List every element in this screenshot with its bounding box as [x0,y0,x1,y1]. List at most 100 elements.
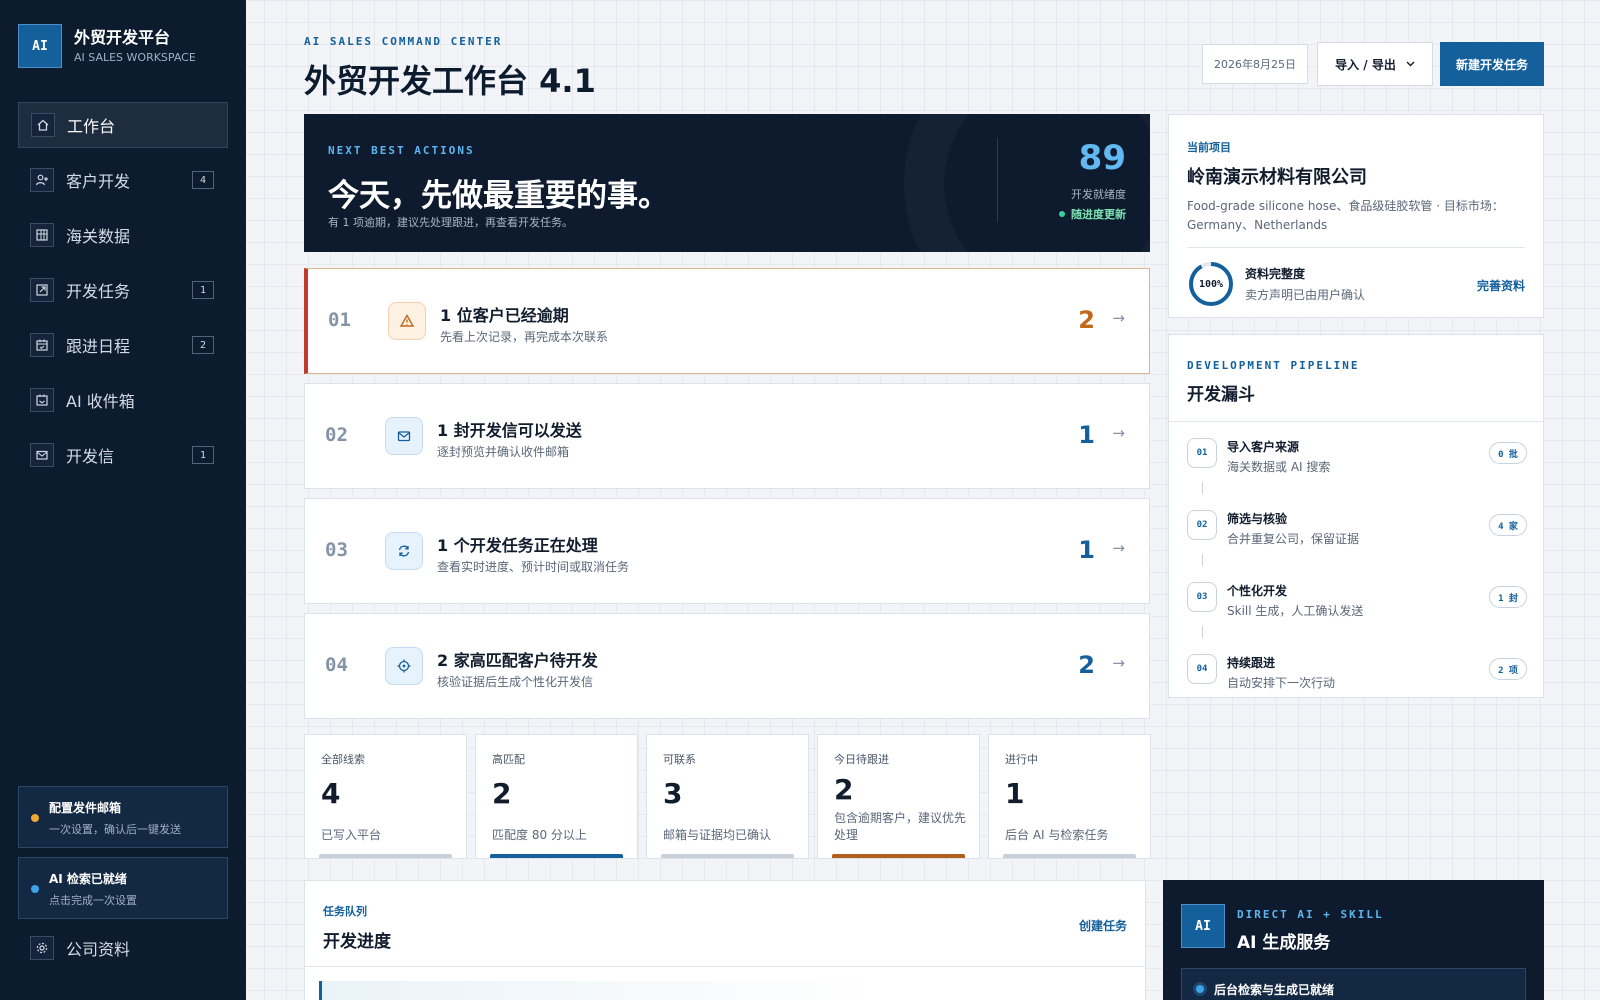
pipeline-step[interactable]: 02 筛选与核验 合并重复公司，保留证据 4 家 [1187,508,1527,580]
stat-card-in-progress[interactable]: 进行中 1 后台 AI 与检索任务 [988,734,1151,859]
ai-title: AI 生成服务 [1237,933,1331,953]
completeness-value: 100% [1198,278,1224,290]
step-title: 导入客户来源 [1227,440,1300,454]
gear-icon [30,936,54,960]
action-count: 1 [1078,536,1095,564]
ai-status-card[interactable]: 后台检索与生成已就绪 [1181,968,1526,1000]
task-queue-panel: 任务队列 开发进度 创建任务 [304,880,1146,1000]
ai-ready-card[interactable]: AI 检索已就绪 点击完成一次设置 [18,857,228,919]
stat-label: 今日待跟进 [834,753,889,766]
step-number: 03 [1187,582,1217,612]
create-task-link[interactable]: 创建任务 [1079,917,1127,934]
step-count-badge: 1 封 [1489,586,1527,608]
queue-title: 开发进度 [323,932,391,952]
action-subtitle: 逐封预览并确认收件邮箱 [437,445,570,459]
action-title: 1 位客户已经逾期 [440,306,569,325]
stat-value: 1 [1005,777,1025,810]
step-number: 04 [1187,654,1217,684]
step-title: 持续跟进 [1227,656,1276,670]
stat-label: 全部线索 [321,753,365,766]
refresh-icon [385,532,423,570]
decorative-arc [904,114,1150,252]
count-badge: 1 [192,446,214,464]
completeness-title: 资料完整度 [1245,267,1306,281]
stat-desc: 已写入平台 [321,828,382,842]
step-count-badge: 4 家 [1489,514,1527,536]
sidebar-item-schedule[interactable]: 跟进日程 2 [18,322,228,368]
grid-table-icon [30,223,54,247]
step-connector [1202,626,1203,638]
action-row-task-processing[interactable]: 03 1 个开发任务正在处理 查看实时进度、预计时间或取消任务 1 → [304,498,1150,604]
action-row-high-match[interactable]: 04 2 家高匹配客户待开发 核验证据后生成个性化开发信 2 → [304,613,1150,719]
action-row-overdue[interactable]: 01 1 位客户已经逾期 先看上次记录，再完成本次联系 2 → [304,268,1150,374]
warning-icon [388,302,426,340]
ai-eyebrow: DIRECT AI + SKILL [1237,908,1384,921]
setup-mail-card[interactable]: 配置发件邮箱 一次设置，确认后一键发送 [18,786,228,848]
ai-ready-title: AI 检索已就绪 [49,872,127,886]
sidebar-item-customers[interactable]: 客户开发 4 [18,157,228,203]
pipeline-title: 开发漏斗 [1187,385,1255,405]
sidebar-item-label: AI 收件箱 [66,392,135,411]
arrow-right-icon: → [1112,539,1125,557]
sidebar: AI 外贸开发平台 AI SALES WORKSPACE 工作台 客户开发 4 … [0,0,246,1000]
divider [1187,247,1525,248]
import-export-label: 导入 / 导出 [1335,57,1396,72]
sidebar-item-customs[interactable]: 海关数据 [18,212,228,258]
step-title: 筛选与核验 [1227,512,1288,526]
sidebar-item-label: 开发任务 [66,282,131,301]
stat-desc: 包含逾期客户，建议优先处理 [834,811,967,842]
sidebar-item-ai-inbox[interactable]: AI 收件箱 [18,377,228,423]
step-subtitle: Skill 生成，人工确认发送 [1227,604,1364,618]
pipeline-step[interactable]: 03 个性化开发 Skill 生成，人工确认发送 1 封 [1187,580,1527,652]
ai-service-panel: AI DIRECT AI + SKILL AI 生成服务 后台检索与生成已就绪 [1163,880,1544,1000]
sidebar-item-label: 工作台 [67,117,116,136]
project-name: 岭南演示材料有限公司 [1187,167,1367,188]
live-label: 随进度更新 [1071,208,1126,221]
stat-desc: 后台 AI 与检索任务 [1005,828,1109,842]
sidebar-item-label: 公司资料 [66,940,131,959]
chevron-down-icon [1406,61,1415,67]
stat-card-contactable[interactable]: 可联系 3 邮箱与证据均已确认 [646,734,809,859]
task-row[interactable] [319,981,879,1000]
new-task-button[interactable]: 新建开发任务 [1440,42,1544,86]
sidebar-item-workbench[interactable]: 工作台 [18,102,228,148]
completeness-row: 100% 资料完整度 卖方声明已由用户确认 完善资料 [1187,260,1525,308]
pipeline-step[interactable]: 01 导入客户来源 海关数据或 AI 搜索 0 批 [1187,436,1527,508]
step-subtitle: 海关数据或 AI 搜索 [1227,460,1331,474]
external-link-icon [30,278,54,302]
live-indicator: 随进度更新 [1059,206,1126,222]
action-number: 03 [325,539,348,561]
stat-card-all-leads[interactable]: 全部线索 4 已写入平台 [304,734,467,859]
stat-accent-bar [490,854,623,858]
brand-subtitle: AI SALES WORKSPACE [74,51,196,64]
count-badge: 2 [192,336,214,354]
current-project-panel: 当前项目 岭南演示材料有限公司 Food-grade silicone hose… [1168,114,1544,318]
ai-ready-subtitle: 点击完成一次设置 [49,894,137,907]
complete-profile-link[interactable]: 完善资料 [1477,277,1525,294]
completeness-ring: 100% [1187,260,1235,308]
action-row-send-email[interactable]: 02 1 封开发信可以发送 逐封预览并确认收件邮箱 1 → [304,383,1150,489]
hero-divider [997,138,998,222]
action-subtitle: 查看实时进度、预计时间或取消任务 [437,560,630,574]
sidebar-item-tasks[interactable]: 开发任务 1 [18,267,228,313]
action-subtitle: 核验证据后生成个性化开发信 [437,675,594,689]
mail-icon [385,417,423,455]
ai-status-label: 后台检索与生成已就绪 [1214,983,1335,997]
sidebar-item-company-profile[interactable]: 公司资料 [18,928,228,968]
step-subtitle: 合并重复公司，保留证据 [1227,532,1360,546]
stat-accent-bar [661,854,794,858]
page-title: 外贸开发工作台 4.1 [304,62,596,100]
pipeline-step[interactable]: 04 持续跟进 自动安排下一次行动 2 项 [1187,652,1527,724]
stat-card-follow-up-today[interactable]: 今日待跟进 2 包含逾期客户，建议优先处理 [817,734,980,859]
import-export-button[interactable]: 导入 / 导出 [1317,42,1433,86]
stat-accent-bar [1003,854,1136,858]
sidebar-item-emails[interactable]: 开发信 1 [18,432,228,478]
stat-card-high-match[interactable]: 高匹配 2 匹配度 80 分以上 [475,734,638,859]
pipeline-eyebrow: DEVELOPMENT PIPELINE [1187,359,1360,372]
arrow-right-icon: → [1112,654,1125,672]
step-connector [1202,482,1203,494]
date-picker[interactable]: 2026年8月25日 [1202,44,1308,84]
brand: AI 外贸开发平台 AI SALES WORKSPACE [18,24,196,68]
brand-logo: AI [18,24,62,68]
action-number: 04 [325,654,348,676]
